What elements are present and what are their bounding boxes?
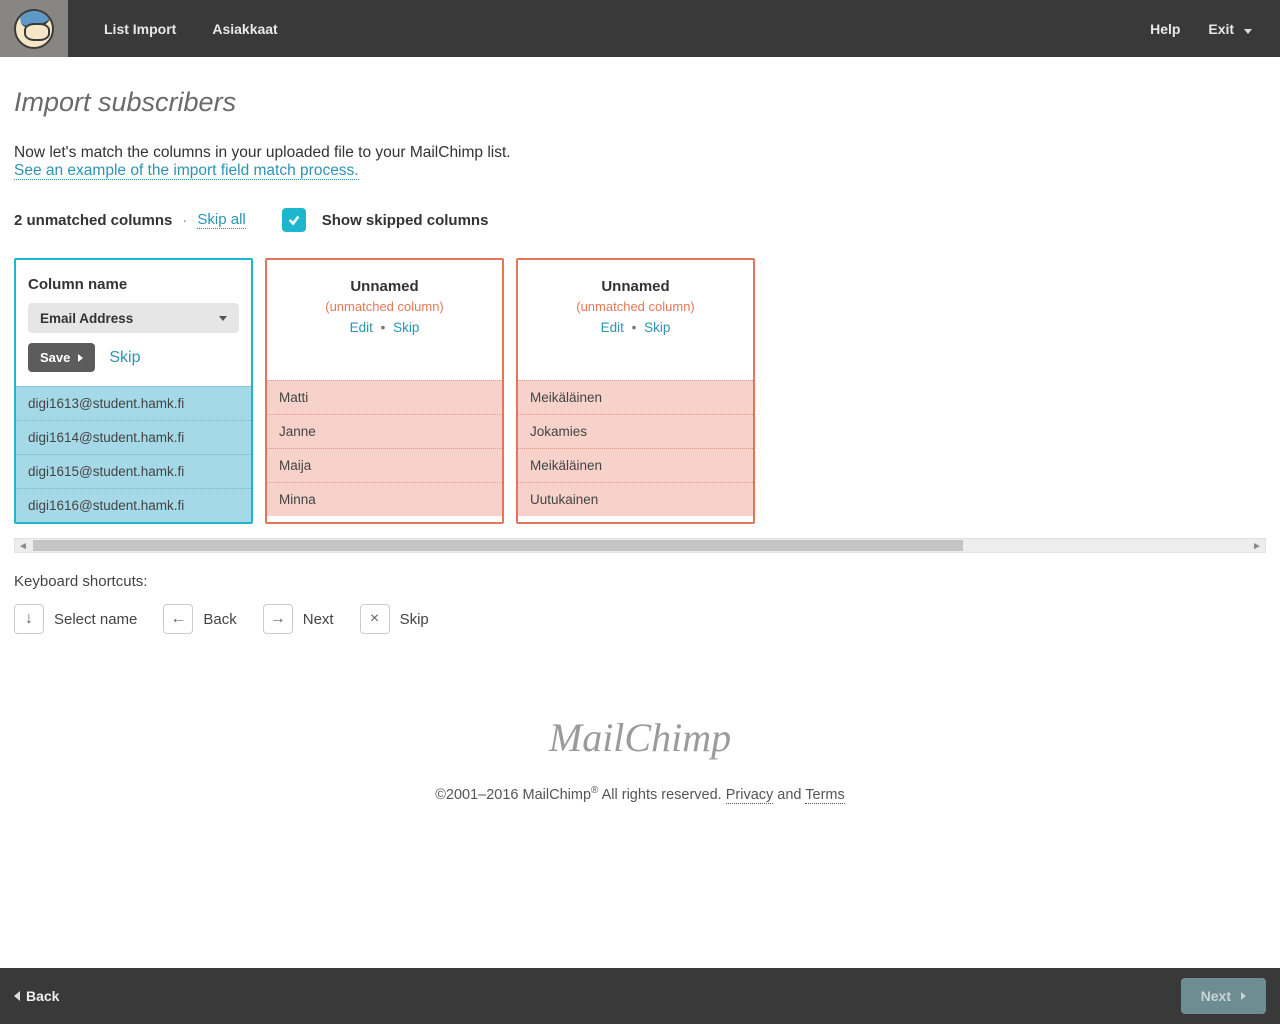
table-row: Minna <box>267 482 502 516</box>
separator: · <box>182 212 187 229</box>
copyright-prefix: ©2001–2016 MailChimp <box>435 787 591 803</box>
separator: • <box>632 320 637 335</box>
nav-left: List Import Asiakkaat <box>68 21 278 37</box>
key-close-icon: × <box>360 604 390 634</box>
separator: • <box>381 320 386 335</box>
table-row: digi1614@student.hamk.fi <box>16 420 251 454</box>
unmatched-summary: 2 unmatched columns · Skip all Show skip… <box>14 208 1266 232</box>
chevron-right-icon <box>78 354 83 362</box>
show-skipped-checkbox[interactable] <box>282 208 306 232</box>
example-link[interactable]: See an example of the import field match… <box>14 162 359 180</box>
unmatched-actions: Edit • Skip <box>530 320 741 335</box>
key-left-icon: ← <box>163 604 193 634</box>
show-skipped-label: Show skipped columns <box>322 212 489 229</box>
edit-link[interactable]: Edit <box>350 320 373 335</box>
column-matched-header: Column name Email Address Save Skip <box>16 260 251 386</box>
field-select-value: Email Address <box>40 311 133 326</box>
key-label: Next <box>303 611 334 628</box>
nav-right: Help Exit <box>1150 21 1280 37</box>
table-row: Maija <box>267 448 502 482</box>
logo[interactable] <box>0 0 68 57</box>
skip-all-link[interactable]: Skip all <box>197 211 245 229</box>
brand-footer: MailChimp ©2001–2016 MailChimp® All righ… <box>14 714 1266 803</box>
chevron-left-icon <box>14 991 20 1001</box>
column-name-label: Column name <box>28 274 239 303</box>
nav-exit-label: Exit <box>1208 21 1234 37</box>
back-button[interactable]: Back <box>14 988 59 1004</box>
table-row: Meikäläinen <box>518 380 753 414</box>
skip-link[interactable]: Skip <box>109 349 140 367</box>
table-row: digi1615@student.hamk.fi <box>16 454 251 488</box>
intro-text: Now let's match the columns in your uplo… <box>14 144 1266 162</box>
scroll-right-icon[interactable]: ► <box>1251 540 1263 552</box>
table-row: Matti <box>267 380 502 414</box>
save-button[interactable]: Save <box>28 343 95 372</box>
nav-asiakkaat[interactable]: Asiakkaat <box>212 21 277 37</box>
table-row: digi1613@student.hamk.fi <box>16 386 251 420</box>
nav-exit[interactable]: Exit <box>1208 21 1252 37</box>
intro: Now let's match the columns in your uplo… <box>14 144 1266 180</box>
shortcuts-row: ↓ Select name ← Back → Next × Skip <box>14 604 1266 634</box>
privacy-link[interactable]: Privacy <box>726 787 774 804</box>
skip-link[interactable]: Skip <box>644 320 670 335</box>
shortcuts-title: Keyboard shortcuts: <box>14 573 1266 590</box>
column-unmatched-2-body: Meikäläinen Jokamies Meikäläinen Uutukai… <box>518 380 753 516</box>
unmatched-title: Unnamed <box>530 278 741 295</box>
column-matched-body: digi1613@student.hamk.fi digi1614@studen… <box>16 386 251 522</box>
table-row: Jokamies <box>518 414 753 448</box>
key-label: Select name <box>54 611 137 628</box>
column-unmatched-1-header: Unnamed (unmatched column) Edit • Skip <box>267 260 502 380</box>
column-unmatched-1: Unnamed (unmatched column) Edit • Skip M… <box>265 258 504 524</box>
table-row: Janne <box>267 414 502 448</box>
back-button-label: Back <box>26 988 59 1004</box>
scroll-left-icon[interactable]: ◄ <box>17 540 29 552</box>
next-button-label: Next <box>1201 988 1231 1004</box>
key-label: Skip <box>400 611 429 628</box>
copyright: ©2001–2016 MailChimp® All rights reserve… <box>14 785 1266 803</box>
and-text: and <box>773 787 805 803</box>
nav-list-import[interactable]: List Import <box>104 21 176 37</box>
chevron-down-icon <box>1244 29 1252 34</box>
keyboard-shortcuts: Keyboard shortcuts: ↓ Select name ← Back… <box>14 573 1266 634</box>
mailchimp-logo-icon <box>14 9 54 49</box>
unmatched-subtitle: (unmatched column) <box>279 299 490 314</box>
skip-link[interactable]: Skip <box>393 320 419 335</box>
edit-link[interactable]: Edit <box>601 320 624 335</box>
column-unmatched-2: Unnamed (unmatched column) Edit • Skip M… <box>516 258 755 524</box>
chevron-right-icon <box>1241 992 1246 1000</box>
table-row: Meikäläinen <box>518 448 753 482</box>
terms-link[interactable]: Terms <box>805 787 844 804</box>
page-title: Import subscribers <box>14 87 1266 118</box>
unmatched-count: 2 unmatched columns <box>14 212 172 229</box>
table-row: digi1616@student.hamk.fi <box>16 488 251 522</box>
columns-wrap: Column name Email Address Save Skip digi… <box>14 258 1266 524</box>
top-nav: List Import Asiakkaat Help Exit <box>0 0 1280 57</box>
key-label: Back <box>203 611 236 628</box>
column-unmatched-2-header: Unnamed (unmatched column) Edit • Skip <box>518 260 753 380</box>
chevron-down-icon <box>219 316 227 321</box>
check-icon <box>287 213 301 227</box>
horizontal-scrollbar[interactable]: ◄ ► <box>14 538 1266 553</box>
unmatched-subtitle: (unmatched column) <box>530 299 741 314</box>
unmatched-title: Unnamed <box>279 278 490 295</box>
bottom-bar: Back Next <box>0 968 1280 1024</box>
save-button-label: Save <box>40 350 70 365</box>
key-right-icon: → <box>263 604 293 634</box>
scrollbar-thumb[interactable] <box>33 540 963 551</box>
column-unmatched-1-body: Matti Janne Maija Minna <box>267 380 502 516</box>
nav-help[interactable]: Help <box>1150 21 1180 37</box>
column-matched: Column name Email Address Save Skip digi… <box>14 258 253 524</box>
field-select[interactable]: Email Address <box>28 303 239 333</box>
table-row: Uutukainen <box>518 482 753 516</box>
copyright-suffix: All rights reserved. <box>598 787 725 803</box>
unmatched-actions: Edit • Skip <box>279 320 490 335</box>
page-content: Import subscribers Now let's match the c… <box>0 57 1280 803</box>
next-button[interactable]: Next <box>1181 978 1266 1014</box>
brand-logo: MailChimp <box>14 714 1266 761</box>
key-down-icon: ↓ <box>14 604 44 634</box>
